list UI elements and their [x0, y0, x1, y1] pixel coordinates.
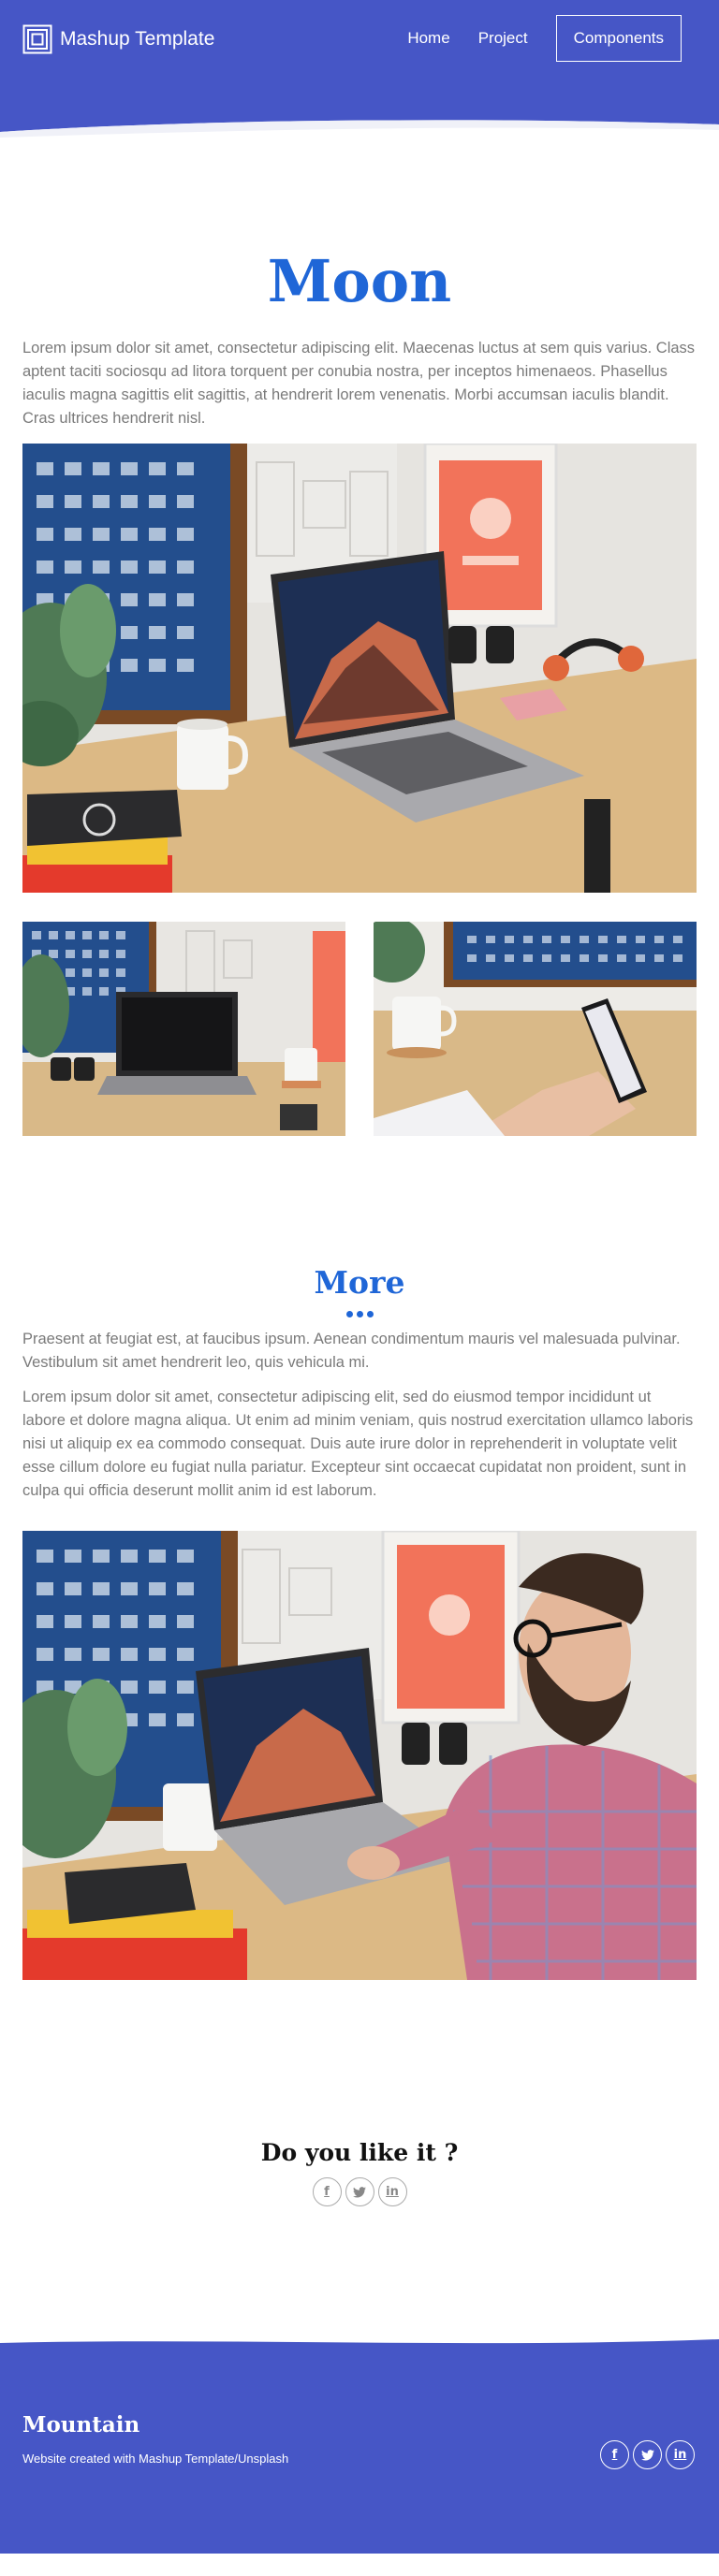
nav-project-link[interactable]: Project: [478, 29, 528, 48]
like-heading: Do you like it ?: [260, 2139, 459, 2166]
photo-row: [22, 922, 697, 1136]
footer-linkedin-icon[interactable]: in: [666, 2440, 695, 2469]
site-header: Mashup Template Home Project Components: [0, 0, 719, 154]
twitter-icon[interactable]: [345, 2177, 374, 2206]
photo-man-working: [22, 1531, 697, 1980]
footer-title: Mountain: [22, 2412, 140, 2438]
brand-name: Mashup Template: [60, 28, 215, 50]
facebook-icon[interactable]: f: [312, 2177, 342, 2206]
nav-home-link[interactable]: Home: [407, 29, 449, 48]
photo-desk-laptop-closed: [22, 922, 345, 1136]
site-footer: Mountain Website created with Mashup Tem…: [0, 2336, 719, 2554]
intro-paragraph: Lorem ipsum dolor sit amet, consectetur …: [22, 340, 696, 427]
nav-components-button[interactable]: Components: [555, 15, 682, 62]
photo-hand-phone: [374, 922, 697, 1136]
main-content: Moon Lorem ipsum dolor sit amet, consect…: [0, 253, 719, 2206]
footer-twitter-icon[interactable]: [633, 2440, 662, 2469]
page-title: Moon: [267, 247, 452, 315]
brand[interactable]: Mashup Template: [22, 24, 214, 54]
hero-photo-desk: [22, 444, 697, 893]
section-divider-dots: [22, 1305, 697, 1317]
footer-credit: Website created with Mashup Template/Uns…: [22, 2452, 289, 2466]
logo-icon: [22, 24, 52, 54]
linkedin-icon[interactable]: in: [377, 2177, 407, 2206]
footer-social-row: f in: [598, 2440, 697, 2469]
more-paragraph-1: Praesent at feugiat est, at faucibus ips…: [22, 1331, 681, 1371]
section-title-more: More: [314, 1264, 405, 1301]
main-nav: Home Project Components: [407, 15, 682, 62]
more-paragraph-2: Lorem ipsum dolor sit amet, consectetur …: [22, 1389, 694, 1499]
footer-facebook-icon[interactable]: f: [600, 2440, 629, 2469]
footer-wave: [0, 2336, 719, 2344]
social-share-row: f in: [22, 2177, 697, 2206]
header-wave: [0, 120, 719, 154]
